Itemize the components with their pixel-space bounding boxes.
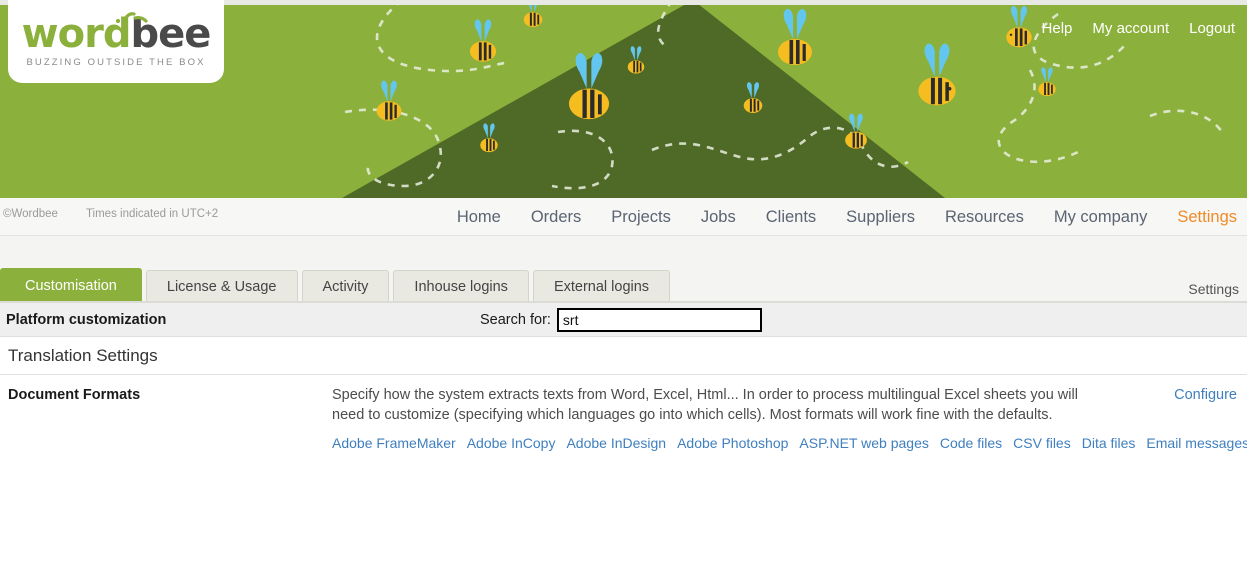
translation-settings-heading: Translation Settings	[0, 337, 1247, 375]
tab-bar: Customisation License & Usage Activity I…	[0, 268, 670, 302]
format-link-csv-files[interactable]: CSV files	[1013, 435, 1071, 451]
format-link-adobe-indesign[interactable]: Adobe InDesign	[566, 435, 666, 451]
platform-customization-title: Platform customization	[6, 312, 166, 328]
format-link-asp-net-web-pages[interactable]: ASP.NET web pages	[799, 435, 928, 451]
topnav-item-logout[interactable]: Logout	[1189, 20, 1235, 37]
tab-license-usage[interactable]: License & Usage	[146, 270, 298, 302]
nav-item-resources[interactable]: Resources	[945, 208, 1024, 227]
nav-item-home[interactable]: Home	[457, 208, 501, 227]
main-navigation-bar: ©Wordbee Times indicated in UTC+2 Home O…	[0, 198, 1247, 236]
format-link-email-messages[interactable]: Email messages	[1146, 435, 1247, 451]
logo-tagline: BUZZING OUTSIDE THE BOX	[26, 57, 205, 68]
configure-link[interactable]: Configure	[1174, 387, 1237, 403]
navbar-meta: ©Wordbee Times indicated in UTC+2	[3, 208, 218, 220]
search-input[interactable]	[557, 308, 762, 332]
banner-top-navigation: Help My account Logout	[1042, 20, 1235, 37]
tab-activity[interactable]: Activity	[302, 270, 390, 302]
tab-external-logins[interactable]: External logins	[533, 270, 670, 302]
format-link-code-files[interactable]: Code files	[940, 435, 1002, 451]
format-link-adobe-framemaker[interactable]: Adobe FrameMaker	[332, 435, 456, 451]
platform-customization-row: Platform customization Search for:	[0, 303, 1247, 337]
nav-item-clients[interactable]: Clients	[766, 208, 816, 227]
navigation-items: Home Orders Projects Jobs Clients Suppli…	[457, 198, 1237, 236]
format-link-dita-files[interactable]: Dita files	[1082, 435, 1136, 451]
nav-item-settings[interactable]: Settings	[1177, 208, 1237, 227]
document-formats-block: Document Formats Specify how the system …	[0, 375, 1247, 454]
tab-customisation-label: Customisation	[25, 278, 117, 294]
document-formats-body: Specify how the system extracts texts fr…	[332, 385, 1082, 454]
wordbee-logo[interactable]: wordbee BUZZING OUTSIDE THE BOX	[8, 0, 224, 83]
search-area: Search for:	[480, 308, 762, 332]
logo-sparkle-icon	[110, 12, 150, 28]
nav-item-my-company[interactable]: My company	[1054, 208, 1148, 227]
tab-inhouse-logins-label: Inhouse logins	[414, 279, 508, 295]
format-link-adobe-photoshop[interactable]: Adobe Photoshop	[677, 435, 788, 451]
nav-item-jobs[interactable]: Jobs	[701, 208, 736, 227]
document-formats-link-list: Adobe FrameMaker Adobe InCopy Adobe InDesi…	[332, 433, 1082, 454]
tab-external-logins-label: External logins	[554, 279, 649, 295]
tab-inhouse-logins[interactable]: Inhouse logins	[393, 270, 529, 302]
tab-customisation[interactable]: Customisation	[0, 268, 142, 302]
nav-item-projects[interactable]: Projects	[611, 208, 671, 227]
tab-bar-context-label: Settings	[1188, 281, 1239, 297]
tab-license-usage-label: License & Usage	[167, 279, 277, 295]
search-label: Search for:	[480, 312, 551, 328]
logo-wordmark: wordbee	[22, 15, 211, 53]
document-formats-label: Document Formats	[0, 385, 332, 454]
timezone-text: Times indicated in UTC+2	[86, 208, 218, 220]
nav-item-suppliers[interactable]: Suppliers	[846, 208, 915, 227]
topnav-item-help[interactable]: Help	[1042, 20, 1073, 37]
topnav-item-my-account[interactable]: My account	[1092, 20, 1169, 37]
document-formats-description: Specify how the system extracts texts fr…	[332, 385, 1082, 425]
tab-bar-region: Customisation License & Usage Activity I…	[0, 236, 1247, 303]
tab-activity-label: Activity	[323, 279, 369, 295]
site-banner: wordbee BUZZING OUTSIDE THE BOX Help My …	[0, 0, 1247, 198]
copyright-text: ©Wordbee	[3, 208, 58, 220]
format-link-adobe-incopy[interactable]: Adobe InCopy	[467, 435, 556, 451]
nav-item-orders[interactable]: Orders	[531, 208, 581, 227]
